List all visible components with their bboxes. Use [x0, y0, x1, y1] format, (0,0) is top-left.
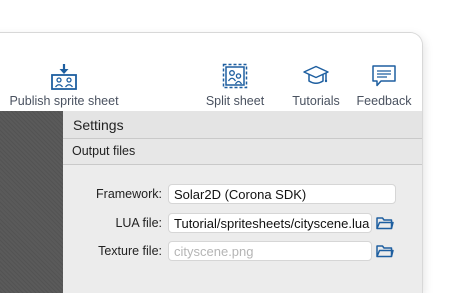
app-window: Publish sprite sheet Split sheet Tutoria…	[0, 33, 422, 293]
feedback-icon	[371, 63, 397, 94]
publish-label: Publish sprite sheet	[9, 94, 119, 108]
texture-file-label: Texture file:	[98, 244, 162, 258]
texture-file-row: Texture file: cityscene.png	[63, 241, 422, 263]
lua-file-label: LUA file:	[115, 216, 162, 230]
graduation-cap-icon	[303, 63, 329, 94]
sprite-canvas-area[interactable]	[0, 111, 63, 293]
settings-panel: Settings Output files Framework: Solar2D…	[63, 111, 422, 293]
publish-icon	[50, 63, 78, 96]
texture-file-input[interactable]: cityscene.png	[168, 241, 372, 261]
tutorials-label: Tutorials	[292, 94, 340, 108]
lua-file-input[interactable]: Tutorial/spritesheets/cityscene.lua	[168, 213, 372, 233]
framework-select[interactable]: Solar2D (Corona SDK)	[168, 184, 396, 204]
feedback-button[interactable]: Feedback	[353, 33, 415, 111]
output-files-section-header[interactable]: Output files	[63, 139, 422, 165]
lua-file-row: LUA file: Tutorial/spritesheets/cityscen…	[63, 213, 422, 235]
split-sheet-label: Split sheet	[205, 94, 265, 108]
settings-title: Settings	[73, 117, 124, 133]
split-sheet-icon	[222, 63, 248, 94]
publish-sprite-sheet-button[interactable]: Publish sprite sheet	[6, 33, 122, 111]
texture-folder-icon[interactable]	[376, 243, 394, 259]
framework-label: Framework:	[96, 187, 162, 201]
settings-header[interactable]: Settings	[63, 111, 422, 139]
lua-folder-icon[interactable]	[376, 215, 394, 231]
framework-row: Framework: Solar2D (Corona SDK)	[63, 184, 422, 206]
toolbar: Publish sprite sheet Split sheet Tutoria…	[0, 33, 422, 111]
feedback-label: Feedback	[356, 94, 412, 108]
tutorials-button[interactable]: Tutorials	[288, 33, 344, 111]
split-sheet-button[interactable]: Split sheet	[200, 33, 270, 111]
output-files-title: Output files	[72, 144, 136, 158]
